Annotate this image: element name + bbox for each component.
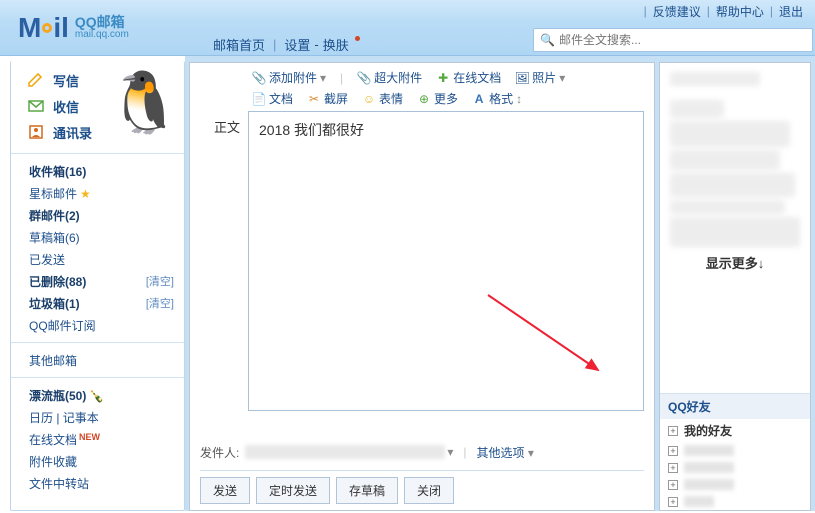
folder-group[interactable]: 群邮件(2) bbox=[11, 204, 184, 226]
other-options[interactable]: 其他选项 ▾ bbox=[477, 444, 534, 461]
nav-settings[interactable]: 设置 bbox=[284, 35, 310, 54]
folder-draft[interactable]: 草稿箱(6) bbox=[11, 226, 184, 248]
folder-star[interactable]: 星标邮件★ bbox=[11, 182, 184, 204]
tb-more[interactable]: ⊕更多 bbox=[417, 90, 458, 107]
screenshot-icon: ✂ bbox=[307, 92, 321, 106]
red-dot-icon bbox=[355, 36, 360, 41]
expand-icon: + bbox=[668, 480, 678, 490]
tb-emoji[interactable]: ☺表情 bbox=[362, 90, 403, 107]
sidebar-contacts[interactable]: 通讯录 bbox=[11, 119, 184, 145]
tb-big-attach[interactable]: 📎超大附件 bbox=[357, 69, 422, 86]
group-my-friends[interactable]: +我的好友 bbox=[660, 419, 810, 442]
search-icon: 🔍 bbox=[540, 33, 555, 47]
nav-skin[interactable]: 换肤 bbox=[323, 35, 349, 54]
sidebar-receive[interactable]: 收信 bbox=[11, 93, 184, 119]
folder-calendar[interactable]: 日历 | 记事本 bbox=[11, 406, 184, 428]
sender-dropdown-icon[interactable]: ▾ bbox=[447, 445, 453, 459]
logo-text-en: mail.qq.com bbox=[75, 30, 129, 40]
folder-attach[interactable]: 附件收藏 bbox=[11, 450, 184, 472]
star-icon: ★ bbox=[80, 187, 91, 201]
tb-photo[interactable]: 🖼照片▾ bbox=[515, 69, 565, 86]
help-link[interactable]: 帮助中心 bbox=[716, 3, 764, 20]
folder-spam[interactable]: 垃圾箱(1)[清空] bbox=[11, 292, 184, 314]
clear-trash[interactable]: [清空] bbox=[146, 273, 174, 289]
logo[interactable]: Mil QQ邮箱 mail.qq.com bbox=[0, 0, 195, 55]
big-attach-icon: 📎 bbox=[357, 71, 371, 85]
exit-link[interactable]: 退出 bbox=[779, 3, 803, 20]
new-badge: NEW bbox=[79, 432, 100, 442]
group-item[interactable]: + bbox=[660, 459, 810, 476]
nav-home[interactable]: 邮箱首页 bbox=[213, 35, 265, 54]
tb-online-doc[interactable]: ✚在线文档 bbox=[436, 69, 501, 86]
paperclip-icon: 📎 bbox=[252, 71, 266, 85]
body-editor[interactable]: 2018 我们都很好 bbox=[248, 111, 644, 411]
contacts-icon bbox=[27, 125, 45, 139]
doc-icon: 📄 bbox=[252, 92, 266, 106]
tb-format[interactable]: A格式↕ bbox=[472, 90, 522, 107]
tb-attach[interactable]: 📎添加附件▾ bbox=[252, 69, 326, 86]
folder-transfer[interactable]: 文件中转站 bbox=[11, 472, 184, 494]
more-icon: ⊕ bbox=[417, 92, 431, 106]
group-item[interactable]: + bbox=[660, 476, 810, 493]
clear-spam[interactable]: [清空] bbox=[146, 295, 174, 311]
folder-sent[interactable]: 已发送 bbox=[11, 248, 184, 270]
feedback-link[interactable]: 反馈建议 bbox=[653, 3, 701, 20]
arrow-annotation bbox=[478, 285, 618, 385]
format-icon: A bbox=[472, 92, 486, 106]
emoji-icon: ☺ bbox=[362, 92, 376, 106]
sidebar: 🐧 写信 收信 通讯录 收件箱(16) bbox=[10, 61, 185, 511]
sender-value[interactable] bbox=[245, 445, 445, 459]
folder-sub[interactable]: QQ邮件订阅 bbox=[11, 314, 184, 336]
body-label: 正文 bbox=[200, 111, 248, 434]
expand-icon: + bbox=[668, 497, 678, 507]
schedule-button[interactable]: 定时发送 bbox=[256, 477, 330, 504]
expand-icon: + bbox=[668, 446, 678, 456]
close-button[interactable]: 关闭 bbox=[404, 477, 454, 504]
contacts-panel: 显示更多↓ QQ好友 +我的好友 + + + + bbox=[659, 62, 811, 511]
qq-friends-header: QQ好友 bbox=[660, 394, 810, 419]
send-button[interactable]: 发送 bbox=[200, 477, 250, 504]
expand-icon: + bbox=[668, 426, 678, 436]
folder-other[interactable]: 其他邮箱 bbox=[11, 349, 184, 371]
search-input[interactable] bbox=[559, 33, 806, 47]
photo-icon: 🖼 bbox=[515, 71, 529, 85]
online-doc-icon: ✚ bbox=[436, 71, 450, 85]
sidebar-write[interactable]: 写信 bbox=[11, 67, 184, 93]
folder-inbox[interactable]: 收件箱(16) bbox=[11, 160, 184, 182]
tb-doc[interactable]: 📄文档 bbox=[252, 90, 293, 107]
group-item[interactable]: + bbox=[660, 442, 810, 459]
folder-bottle[interactable]: 漂流瓶(50)🍾 bbox=[11, 384, 184, 406]
group-item[interactable]: + bbox=[660, 493, 810, 510]
sender-label: 发件人: bbox=[200, 444, 239, 461]
compose-panel: 📎添加附件▾ | 📎超大附件 ✚在线文档 🖼照片▾ 📄文档 ✂截屏 ☺表情 ⊕更… bbox=[189, 62, 655, 511]
show-more[interactable]: 显示更多↓ bbox=[664, 250, 806, 278]
compose-icon bbox=[27, 73, 45, 87]
tb-screenshot[interactable]: ✂截屏 bbox=[307, 90, 348, 107]
draft-button[interactable]: 存草稿 bbox=[336, 477, 398, 504]
folder-online-doc[interactable]: 在线文档NEW bbox=[11, 428, 184, 450]
folder-trash[interactable]: 已删除(88)[清空] bbox=[11, 270, 184, 292]
search-box[interactable]: 🔍 bbox=[533, 28, 813, 52]
expand-icon: + bbox=[668, 463, 678, 473]
logo-text-cn: QQ邮箱 bbox=[75, 15, 129, 29]
bottle-icon: 🍾 bbox=[89, 389, 104, 403]
inbox-icon bbox=[27, 99, 45, 113]
